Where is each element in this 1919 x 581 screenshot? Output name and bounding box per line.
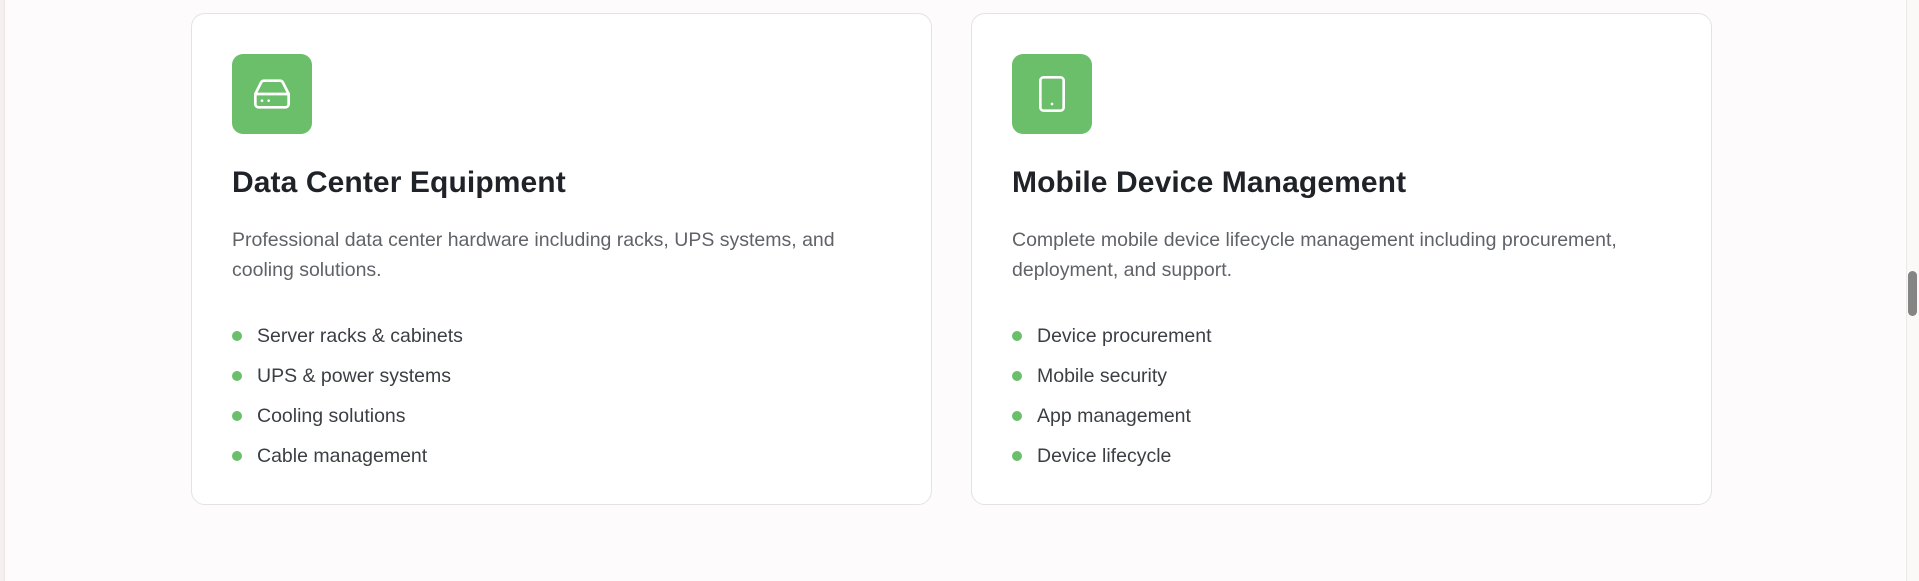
service-icon-box	[1012, 54, 1092, 134]
card-title: Mobile Device Management	[1012, 166, 1407, 199]
card-description: Professional data center hardware includ…	[232, 229, 835, 281]
service-card-data-center: Data Center Equipment Professional data …	[191, 13, 932, 505]
scrollbar-thumb[interactable]	[1908, 271, 1917, 316]
feature-label: Cooling solutions	[257, 405, 406, 427]
service-card-mobile-device: Mobile Device Management Complete mobile…	[971, 13, 1712, 505]
bullet-dot-icon	[1012, 411, 1022, 421]
feature-list: Server racks & cabinets UPS & power syst…	[232, 316, 463, 476]
card-title: Data Center Equipment	[232, 166, 566, 199]
feature-label: Server racks & cabinets	[257, 325, 463, 347]
feature-label: Device lifecycle	[1037, 445, 1172, 467]
page-left-edge	[0, 0, 5, 581]
feature-label: App management	[1037, 405, 1191, 427]
feature-label: Mobile security	[1037, 365, 1168, 387]
feature-item: Device lifecycle	[1012, 436, 1212, 476]
bullet-dot-icon	[232, 331, 242, 341]
feature-item: Cable management	[232, 436, 463, 476]
feature-label: UPS & power systems	[257, 365, 451, 387]
vertical-scrollbar[interactable]	[1906, 0, 1919, 581]
feature-list: Device procurement Mobile security App m…	[1012, 316, 1212, 476]
bullet-dot-icon	[232, 451, 242, 461]
feature-item: App management	[1012, 396, 1212, 436]
bullet-dot-icon	[1012, 371, 1022, 381]
bullet-dot-icon	[232, 411, 242, 421]
feature-item: Device procurement	[1012, 316, 1212, 356]
feature-item: Cooling solutions	[232, 396, 463, 436]
feature-item: Server racks & cabinets	[232, 316, 463, 356]
tablet-icon	[1039, 76, 1065, 112]
bullet-dot-icon	[1012, 331, 1022, 341]
hard-drive-icon	[254, 79, 290, 109]
card-description: Complete mobile device lifecycle managem…	[1012, 229, 1617, 281]
feature-item: UPS & power systems	[232, 356, 463, 396]
feature-label: Cable management	[257, 445, 428, 467]
feature-label: Device procurement	[1037, 325, 1212, 347]
bullet-dot-icon	[1012, 451, 1022, 461]
bullet-dot-icon	[232, 371, 242, 381]
page: Data Center Equipment Professional data …	[0, 0, 1919, 581]
feature-item: Mobile security	[1012, 356, 1212, 396]
service-icon-box	[232, 54, 312, 134]
